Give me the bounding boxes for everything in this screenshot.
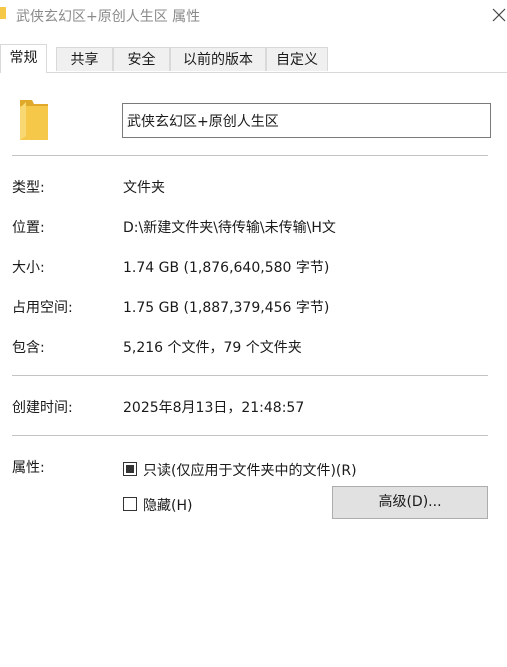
created-value: 2025年8月13日，21:48:57 [123,400,305,416]
hidden-label[interactable]: 隐藏(H) [143,495,192,515]
location-value: D:\新建文件夹\待传输\未传输\H文 [123,220,336,236]
tab-customize[interactable]: 自定义 [266,47,328,71]
tab-strip-border [0,72,507,73]
type-value: 文件夹 [123,180,165,196]
size-value: 1.74 GB (1,876,640,580 字节) [123,260,330,276]
tab-security[interactable]: 安全 [113,47,170,71]
size-label: 大小: [12,260,45,276]
location-label: 位置: [12,220,45,236]
close-icon[interactable] [488,4,507,26]
folder-icon [20,100,48,140]
disk-size-label: 占用空间: [12,300,73,316]
contains-label: 包含: [12,340,45,356]
tab-previous-versions[interactable]: 以前的版本 [170,47,266,71]
disk-size-value: 1.75 GB (1,887,379,456 字节) [123,300,330,316]
separator [12,375,488,376]
readonly-label[interactable]: 只读(仅应用于文件夹中的文件)(R) [143,460,357,480]
tab-sharing[interactable]: 共享 [56,47,113,71]
folder-name-input[interactable] [122,103,491,138]
created-label: 创建时间: [12,400,73,416]
advanced-button[interactable]: 高级(D)... [332,486,488,519]
contains-value: 5,216 个文件，79 个文件夹 [123,340,302,356]
readonly-checkbox[interactable] [123,462,137,476]
tab-general[interactable]: 常规 [0,44,47,73]
separator [12,155,488,156]
type-label: 类型: [12,180,45,196]
separator [12,435,488,436]
folder-icon [0,7,6,19]
attributes-label: 属性: [12,460,45,476]
window-title: 武侠玄幻区+原创人生区 属性 [16,9,201,25]
title-bar: 武侠玄幻区+原创人生区 属性 [0,0,507,34]
hidden-checkbox[interactable] [123,497,137,511]
